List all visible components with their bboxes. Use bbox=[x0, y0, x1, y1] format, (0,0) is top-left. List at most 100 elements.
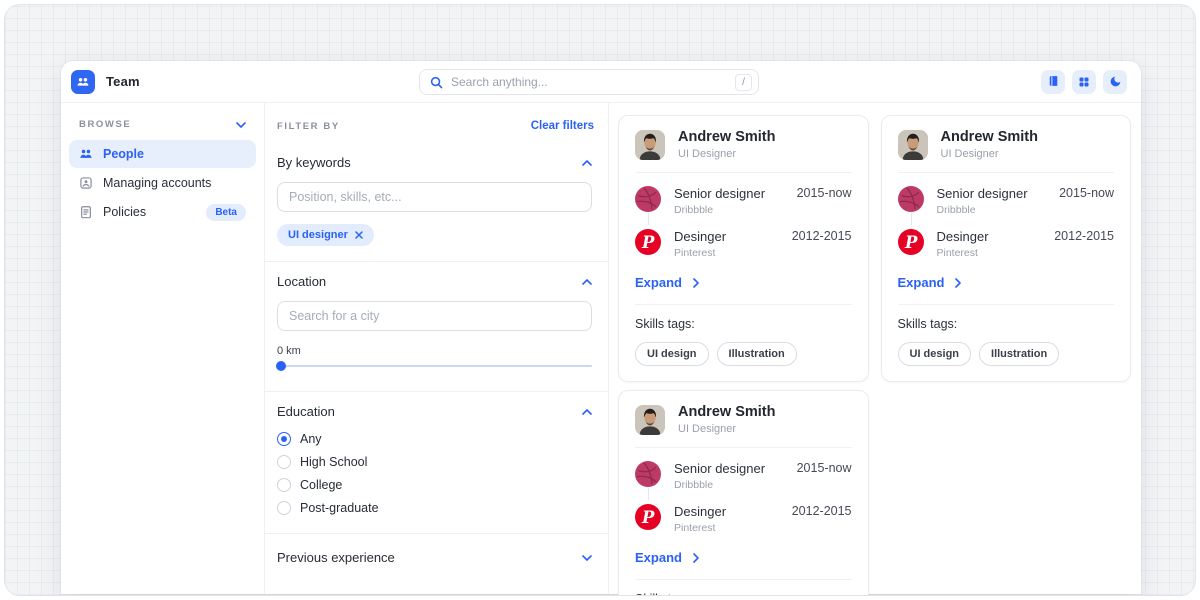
team-people-icon bbox=[71, 70, 95, 94]
sidebar-item-policies[interactable]: Policies Beta bbox=[69, 198, 256, 226]
skills-label: Skills tags: bbox=[635, 317, 852, 331]
pinterest-icon: P bbox=[635, 504, 661, 530]
experience-section-toggle[interactable]: Previous experience bbox=[265, 550, 608, 565]
xp-title: Desinger bbox=[674, 229, 726, 244]
xp-period: 2012-2015 bbox=[792, 504, 852, 518]
avatar bbox=[635, 130, 665, 160]
radio-icon[interactable] bbox=[277, 455, 291, 469]
expand-button[interactable]: Expand bbox=[635, 547, 699, 579]
chevron-down-icon bbox=[582, 555, 592, 561]
xp-company: Pinterest bbox=[674, 247, 726, 259]
chevron-up-icon bbox=[582, 160, 592, 166]
sidebar-item-label: People bbox=[103, 147, 144, 161]
person-role: UI Designer bbox=[678, 423, 775, 435]
global-search[interactable]: / bbox=[419, 69, 759, 95]
dribbble-icon bbox=[898, 186, 924, 212]
person-role: UI Designer bbox=[941, 148, 1038, 160]
distance-slider[interactable] bbox=[277, 365, 592, 367]
city-search-input[interactable] bbox=[277, 301, 592, 331]
radio-option[interactable]: Any bbox=[277, 432, 596, 446]
dribbble-icon bbox=[635, 186, 661, 212]
page-title: Team bbox=[106, 74, 140, 89]
radio-option[interactable]: High School bbox=[277, 455, 596, 469]
brand: Team bbox=[71, 70, 140, 94]
search-icon bbox=[430, 76, 443, 89]
header-actions bbox=[1041, 70, 1127, 94]
sidebar-item-label: Managing accounts bbox=[103, 176, 211, 190]
xp-period: 2012-2015 bbox=[1054, 229, 1114, 243]
person-role: UI Designer bbox=[678, 148, 775, 160]
xp-company: Dribbble bbox=[674, 204, 765, 216]
xp-period: 2015-now bbox=[1059, 186, 1114, 200]
xp-period: 2015-now bbox=[797, 186, 852, 200]
id-card-icon bbox=[79, 176, 93, 190]
location-section-toggle[interactable]: Location bbox=[265, 274, 608, 289]
svg-text:P: P bbox=[903, 233, 917, 252]
book-icon bbox=[1047, 75, 1060, 88]
skill-tag[interactable]: Illustration bbox=[717, 342, 797, 366]
radio-icon[interactable] bbox=[277, 501, 291, 515]
chevron-right-icon bbox=[693, 553, 699, 563]
chevron-up-icon bbox=[582, 279, 592, 285]
clear-filters-button[interactable]: Clear filters bbox=[531, 120, 594, 132]
sidebar-item-label: Policies bbox=[103, 205, 146, 219]
skill-tag[interactable]: UI design bbox=[635, 342, 709, 366]
pinterest-icon: P bbox=[898, 229, 924, 255]
distance-label: 0 km bbox=[277, 345, 592, 357]
xp-company: Pinterest bbox=[674, 522, 726, 534]
keyword-tag[interactable]: UI designer bbox=[277, 224, 374, 246]
skill-tag[interactable]: UI design bbox=[898, 342, 972, 366]
browse-section-header[interactable]: BROWSE bbox=[69, 117, 256, 140]
xp-title: Desinger bbox=[674, 504, 726, 519]
search-input[interactable] bbox=[451, 75, 727, 89]
grid-button[interactable] bbox=[1072, 70, 1096, 94]
person-card: Andrew Smith UI Designer bbox=[881, 115, 1132, 382]
chevron-up-icon bbox=[582, 409, 592, 415]
sidebar-item-people[interactable]: People bbox=[69, 140, 256, 168]
person-card: Andrew Smith UI Designer bbox=[618, 390, 869, 596]
radio-icon[interactable] bbox=[277, 478, 291, 492]
avatar bbox=[898, 130, 928, 160]
xp-period: 2015-now bbox=[797, 461, 852, 475]
chevron-right-icon bbox=[955, 278, 961, 288]
xp-title: Desinger bbox=[937, 229, 989, 244]
app-header: Team / bbox=[61, 61, 1141, 103]
education-options: Any High School College Post-graduate bbox=[277, 432, 596, 515]
education-section-toggle[interactable]: Education bbox=[265, 404, 608, 419]
radio-option[interactable]: College bbox=[277, 478, 596, 492]
person-card: Andrew Smith UI Designer bbox=[618, 115, 869, 382]
sidebar-item-managing-accounts[interactable]: Managing accounts bbox=[69, 169, 256, 197]
avatar bbox=[635, 405, 665, 435]
radio-icon[interactable] bbox=[277, 432, 291, 446]
people-icon bbox=[79, 147, 93, 161]
expand-button[interactable]: Expand bbox=[898, 272, 962, 304]
filter-panel: FILTER BY Clear filters By keywords UI d… bbox=[265, 103, 609, 594]
skill-tag[interactable]: Illustration bbox=[979, 342, 1059, 366]
keywords-input[interactable] bbox=[277, 182, 592, 212]
filter-by-label: FILTER BY bbox=[277, 121, 340, 132]
xp-company: Pinterest bbox=[937, 247, 989, 259]
radio-option[interactable]: Post-graduate bbox=[277, 501, 596, 515]
pinterest-icon: P bbox=[635, 229, 661, 255]
x-icon[interactable] bbox=[355, 231, 363, 239]
keywords-section-toggle[interactable]: By keywords bbox=[265, 155, 608, 170]
expand-button[interactable]: Expand bbox=[635, 272, 699, 304]
sidebar: BROWSE People bbox=[61, 103, 265, 594]
xp-title: Senior designer bbox=[674, 461, 765, 476]
skills-label: Skills tags: bbox=[635, 592, 852, 596]
xp-title: Senior designer bbox=[937, 186, 1028, 201]
xp-company: Dribbble bbox=[937, 204, 1028, 216]
beta-badge: Beta bbox=[206, 204, 246, 221]
moon-icon bbox=[1109, 75, 1122, 88]
book-button[interactable] bbox=[1041, 70, 1065, 94]
divider bbox=[265, 533, 608, 534]
dark-mode-button[interactable] bbox=[1103, 70, 1127, 94]
grid-icon bbox=[1078, 76, 1090, 88]
divider bbox=[265, 391, 608, 392]
backdrop-frame: Team / bbox=[4, 4, 1196, 596]
app-window: Team / bbox=[61, 61, 1141, 594]
results-grid: Andrew Smith UI Designer bbox=[609, 103, 1141, 594]
browse-label: BROWSE bbox=[79, 119, 131, 130]
divider bbox=[265, 261, 608, 262]
slider-thumb[interactable] bbox=[276, 361, 286, 371]
